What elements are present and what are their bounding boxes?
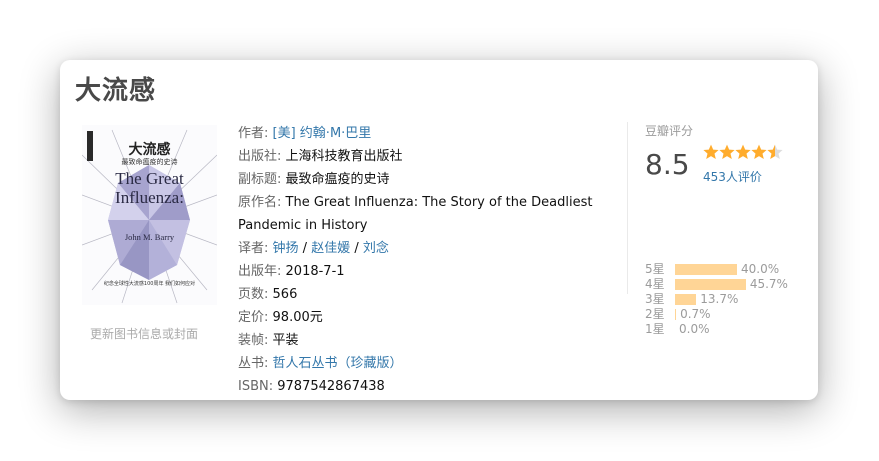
- info-row-publisher: 出版社: 上海科技教育出版社: [238, 145, 608, 168]
- subtitle-value: 最致命瘟疫的史诗: [285, 172, 390, 187]
- isbn-value: 9787542867438: [277, 379, 385, 394]
- info-row-price: 定价: 98.00元: [238, 306, 608, 329]
- info-row-subtitle: 副标题: 最致命瘟疫的史诗: [238, 168, 608, 191]
- section-divider: [627, 122, 628, 294]
- original-title-value: The Great Influenza: The Story of the De…: [238, 195, 593, 233]
- translator-link-1[interactable]: 钟扬: [273, 241, 299, 256]
- rating-distribution: 5星 40.0% 4星 45.7% 3星 13.7% 2星 0.7% 1星 0.0%: [645, 262, 805, 337]
- rating-bar-label: 1星: [645, 322, 665, 336]
- rating-title: 豆瓣评分: [645, 124, 694, 138]
- info-row-original-title: 原作名: The Great Influenza: The Story of t…: [238, 191, 608, 237]
- translator-label: 译者:: [238, 241, 269, 256]
- binding-value: 平装: [272, 333, 299, 348]
- info-row-series: 丛书: 哲人石丛书（珍藏版）: [238, 352, 608, 375]
- cover-cn-subtitle: 最致命瘟疫的史诗: [121, 158, 178, 166]
- rating-bar-percent: 0.0%: [679, 322, 710, 336]
- rating-bar-row: 1星 0.0%: [645, 322, 805, 337]
- binding-label: 装帧:: [238, 333, 269, 348]
- translator-link-3[interactable]: 刘念: [363, 241, 389, 256]
- rating-bar-row: 4星 45.7%: [645, 277, 805, 292]
- pages-label: 页数:: [238, 287, 269, 302]
- info-row-isbn: ISBN: 9787542867438: [238, 375, 608, 398]
- price-label: 定价:: [238, 310, 269, 325]
- rating-bar-row: 5星 40.0%: [645, 262, 805, 277]
- info-row-translator: 译者: 钟扬 / 赵佳媛 / 刘念: [238, 237, 608, 260]
- rating-bar-label: 3星: [645, 292, 665, 306]
- pubdate-label: 出版年:: [238, 264, 282, 279]
- info-row-binding: 装帧: 平装: [238, 329, 608, 352]
- info-row-author: 作者: [美] 约翰·M·巴里: [238, 122, 608, 145]
- star-icon: [703, 144, 719, 159]
- series-label: 丛书:: [238, 356, 269, 371]
- update-book-info-link[interactable]: 更新图书信息或封面: [90, 325, 198, 342]
- rating-bar-row: 3星 13.7%: [645, 292, 805, 307]
- original-title-label: 原作名:: [238, 195, 282, 210]
- star-icon: [751, 144, 767, 159]
- subtitle-label: 副标题:: [238, 172, 282, 187]
- rating-stars: [703, 144, 783, 162]
- publisher-label: 出版社:: [238, 149, 282, 164]
- author-label: 作者:: [238, 126, 269, 141]
- rating-bar-percent: 40.0%: [741, 262, 780, 276]
- author-link[interactable]: [美] 约翰·M·巴里: [273, 126, 372, 141]
- rating-bar-label: 5星: [645, 262, 665, 276]
- publisher-value: 上海科技教育出版社: [285, 149, 403, 164]
- price-value: 98.00元: [272, 310, 323, 325]
- rating-count-link[interactable]: 453人评价: [703, 168, 762, 185]
- book-info: 作者: [美] 约翰·M·巴里 出版社: 上海科技教育出版社 副标题: 最致命瘟…: [238, 122, 608, 398]
- book-title: 大流感: [75, 76, 157, 106]
- rating-bar-row: 2星 0.7%: [645, 307, 805, 322]
- rating-bar-fill: [675, 279, 746, 290]
- star-icon: [719, 144, 735, 159]
- book-card: 大流感 大流感 最致命瘟疫的史诗 The Great Influenza: Jo…: [60, 60, 818, 400]
- book-cover-image[interactable]: 大流感 最致命瘟疫的史诗 The Great Influenza: John M…: [82, 125, 217, 305]
- cover-cn-title: 大流感: [128, 142, 171, 158]
- rating-bar-label: 2星: [645, 307, 665, 321]
- rating-bar-fill: [675, 309, 677, 320]
- rating-bar-fill: [675, 264, 737, 275]
- info-row-pubdate: 出版年: 2018-7-1: [238, 260, 608, 283]
- rating-score: 8.5: [645, 148, 690, 181]
- rating-bar-label: 4星: [645, 277, 665, 291]
- translator-separator: /: [350, 241, 363, 256]
- rating-bar-percent: 0.7%: [680, 307, 711, 321]
- translator-separator: /: [298, 241, 312, 256]
- star-icon: [767, 144, 783, 159]
- pages-value: 566: [272, 287, 298, 302]
- translator-link-2[interactable]: 赵佳媛: [311, 241, 350, 256]
- pubdate-value: 2018-7-1: [285, 264, 345, 279]
- star-icon: [735, 144, 751, 159]
- cover-author: John M. Barry: [124, 232, 175, 242]
- rating-bar-percent: 13.7%: [700, 292, 739, 306]
- series-link[interactable]: 哲人石丛书（珍藏版）: [273, 356, 403, 371]
- rating-bar-fill: [675, 294, 697, 305]
- rating-bar-percent: 45.7%: [749, 277, 788, 291]
- douban-rating-panel: 豆瓣评分 8.5 453人评价 5星 40.0% 4星 45.7% 3星 13.7% 2星 0…: [645, 122, 805, 336]
- isbn-label: ISBN:: [238, 379, 274, 394]
- info-row-pages: 页数: 566: [238, 283, 608, 306]
- cover-tagline: 纪念全球性大流感100周年 我们如何应对: [103, 281, 196, 287]
- cover-en-title-line2: Influenza:: [115, 188, 184, 207]
- cover-en-title-line1: The Great: [115, 169, 184, 188]
